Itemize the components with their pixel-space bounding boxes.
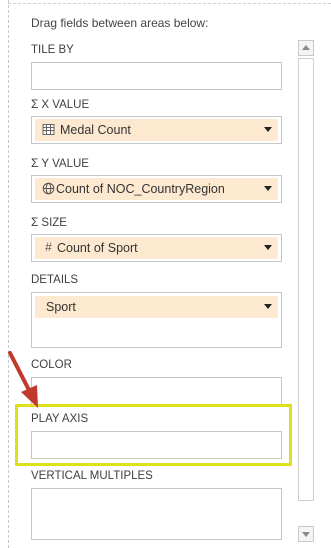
annotation-arrow-icon <box>8 351 38 408</box>
